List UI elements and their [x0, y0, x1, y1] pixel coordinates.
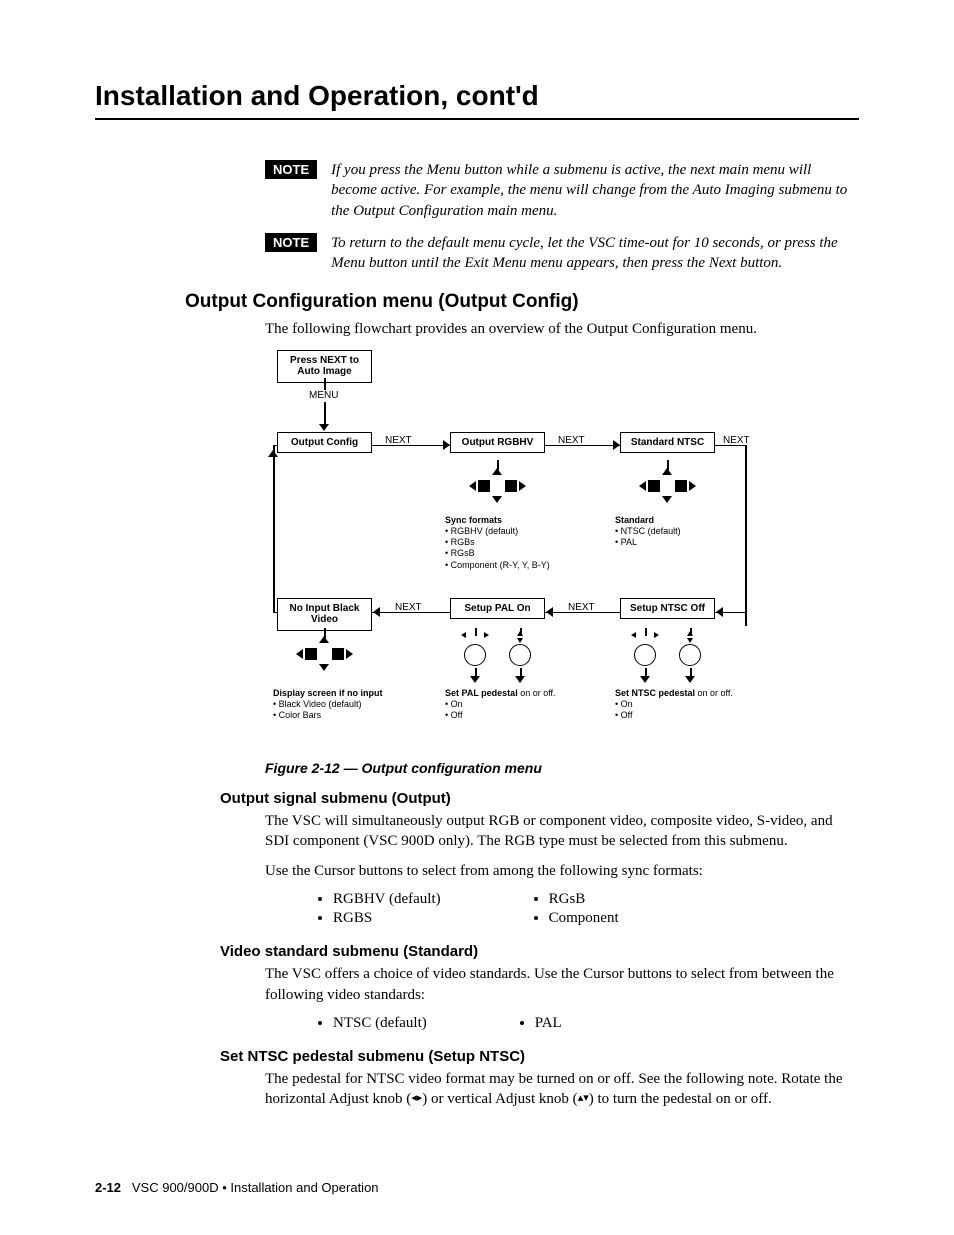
section-intro: The following flowchart provides an over… [265, 319, 859, 339]
vertical-adjust-icon: ▴▾ [578, 1091, 589, 1106]
page-footer: 2-12 VSC 900/900D • Installation and Ope… [95, 1180, 379, 1195]
sub3-heading: Set NTSC pedestal submenu (Setup NTSC) [220, 1048, 859, 1065]
page-title: Installation and Operation, cont'd [95, 80, 859, 120]
next-label: NEXT [395, 602, 422, 613]
note-badge-icon: NOTE [265, 160, 317, 179]
vertical-knob-icon [509, 644, 531, 666]
sub2-heading: Video standard submenu (Standard) [220, 943, 859, 960]
sub1-heading: Output signal submenu (Output) [220, 790, 859, 807]
note-2-text: To return to the default menu cycle, let… [331, 233, 859, 274]
note-badge-icon: NOTE [265, 233, 317, 252]
sub1-p1: The VSC will simultaneously output RGB o… [265, 811, 859, 852]
box-standard-ntsc: Standard NTSC [620, 432, 715, 454]
flowchart: Press NEXT to Auto Image MENU Output Con… [265, 350, 825, 750]
section-heading: Output Configuration menu (Output Config… [185, 291, 859, 313]
sub3-p1: The pedestal for NTSC video format may b… [265, 1069, 859, 1110]
vertical-knob-icon [679, 644, 701, 666]
horizontal-knob-icon [464, 644, 486, 666]
menu-label: MENU [309, 390, 338, 401]
next-label: NEXT [558, 435, 585, 446]
detail-standard: Standard NTSC (default) PAL [615, 515, 735, 549]
detail-set-pal: Set PAL pedestal on or off. On Off [445, 688, 595, 722]
sub1-bullets: RGBHV (default)RGBS RGsBComponent [315, 891, 859, 929]
sub2-bullets: NTSC (default) PAL [315, 1015, 859, 1034]
horizontal-adjust-icon: ◂▸ [411, 1091, 422, 1106]
box-setup-ntsc: Setup NTSC Off [620, 598, 715, 620]
detail-sync: Sync formats RGBHV (default) RGBs RGsB C… [445, 515, 615, 571]
sub1-p2: Use the Cursor buttons to select from am… [265, 861, 859, 881]
box-output-rgbhv: Output RGBHV [450, 432, 545, 454]
detail-set-ntsc: Set NTSC pedestal on or off. On Off [615, 688, 755, 722]
note-1-text: If you press the Menu button while a sub… [331, 160, 859, 221]
note-1: NOTE If you press the Menu button while … [265, 160, 859, 221]
box-output-config: Output Config [277, 432, 372, 454]
detail-display: Display screen if no input Black Video (… [273, 688, 413, 722]
horizontal-knob-icon [634, 644, 656, 666]
box-no-input: No Input Black Video [277, 598, 372, 631]
next-label: NEXT [568, 602, 595, 613]
figure-caption: Figure 2-12 — Output configuration menu [265, 760, 859, 776]
note-2: NOTE To return to the default menu cycle… [265, 233, 859, 274]
sub2-p1: The VSC offers a choice of video standar… [265, 964, 859, 1005]
box-setup-pal: Setup PAL On [450, 598, 545, 620]
next-label: NEXT [385, 435, 412, 446]
